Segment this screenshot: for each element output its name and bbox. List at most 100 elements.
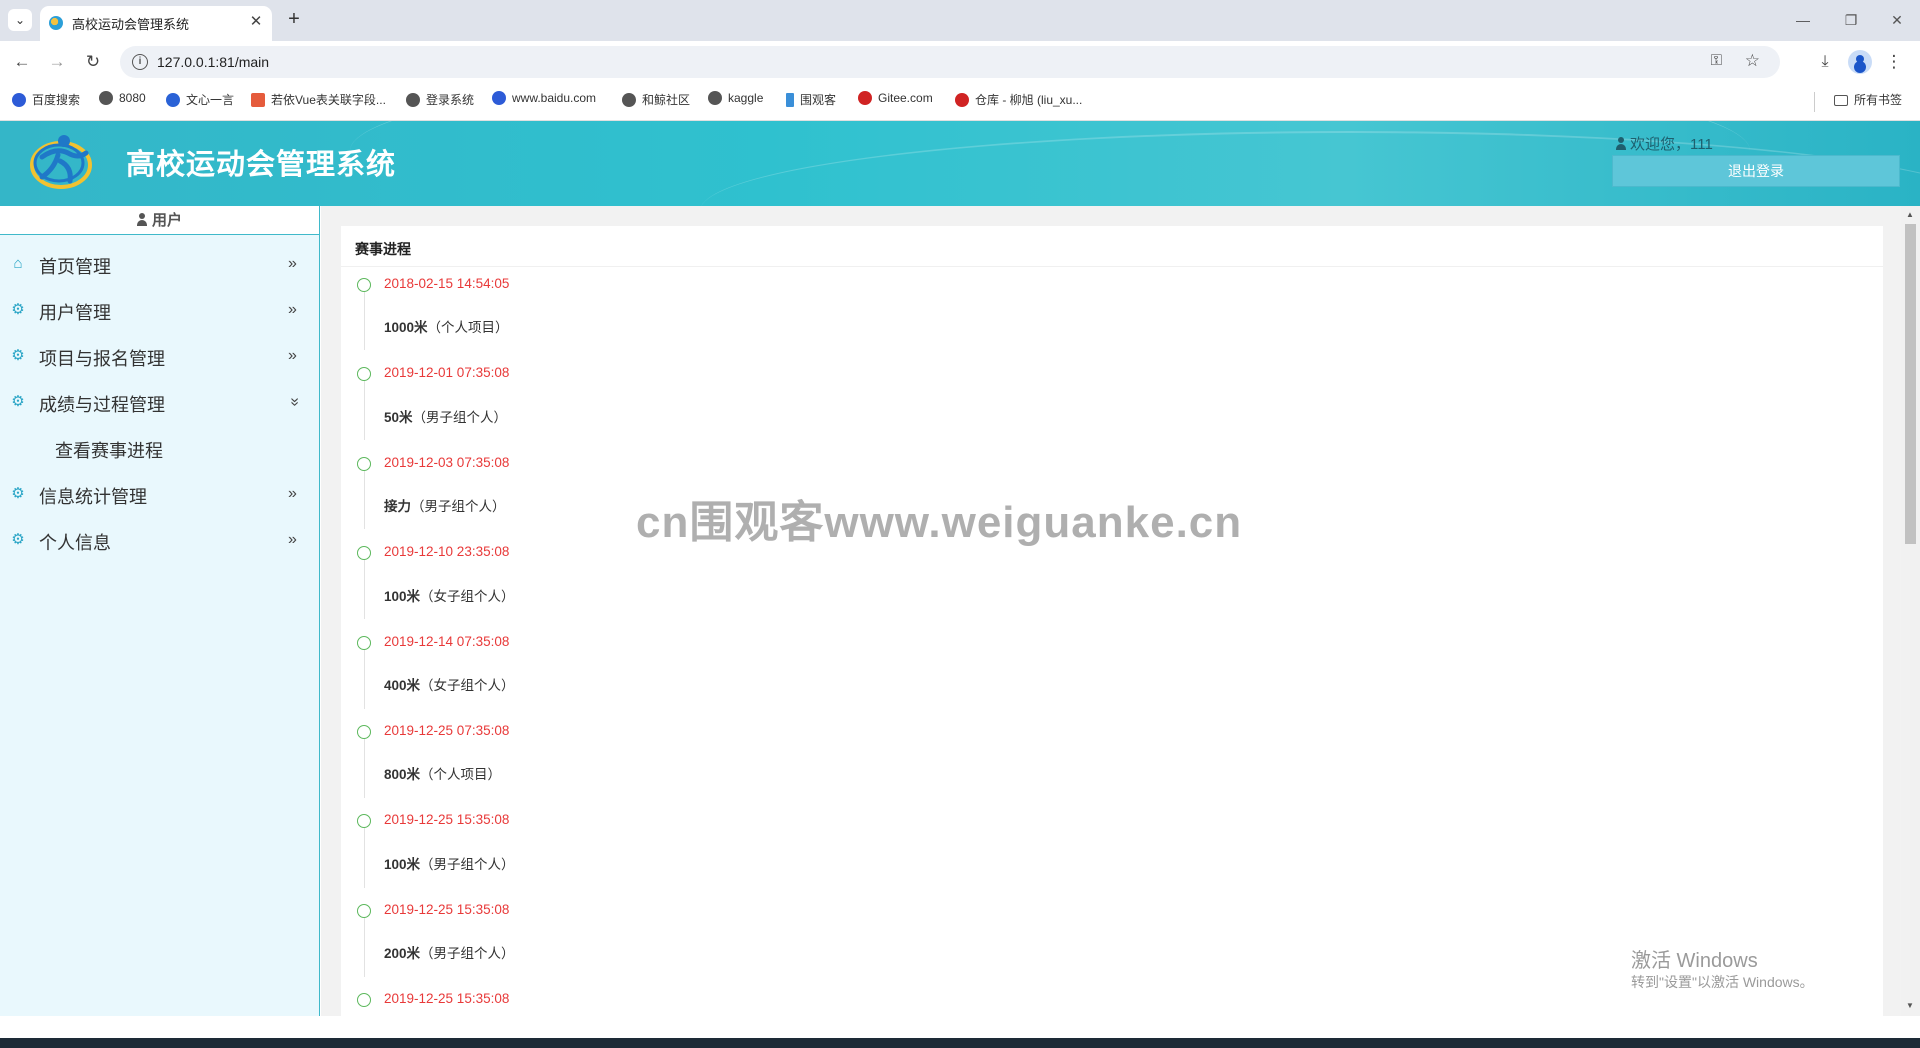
scrollbar-thumb[interactable] — [1905, 224, 1916, 544]
event-group: （男子组个人） — [411, 499, 506, 514]
tab-close-icon[interactable]: ✕ — [246, 12, 266, 32]
timeline-time: 2019-12-14 07:35:08 — [384, 634, 510, 649]
sidebar-item-profile[interactable]: ⚙ 个人信息 » — [0, 519, 319, 563]
globe-icon — [99, 91, 113, 105]
timeline-dot — [357, 367, 371, 381]
home-icon: ⌂ — [13, 255, 23, 272]
event-name: 100米 — [384, 589, 421, 604]
minimize-icon[interactable]: — — [1788, 8, 1818, 32]
sidebar-item-label: 用户管理 — [39, 303, 111, 323]
timeline-time: 2019-12-25 07:35:08 — [384, 723, 510, 738]
timeline-connector — [364, 738, 365, 798]
bookmark-star-icon[interactable]: ☆ — [1745, 51, 1760, 71]
all-bookmarks-button[interactable]: 所有书签 — [1834, 91, 1902, 108]
url-omnibox[interactable]: i 127.0.0.1:81/main ⚿ ☆ — [120, 46, 1780, 78]
gear-icon: ⚙ — [11, 301, 25, 318]
restore-icon[interactable]: ❐ — [1836, 8, 1866, 32]
timeline-event: 50米（男子组个人） — [384, 406, 507, 426]
timeline-event: 接力（男子组个人） — [384, 495, 506, 515]
event-group: （个人项目） — [420, 767, 502, 782]
sidebar-item-label: 成绩与过程管理 — [39, 395, 165, 415]
bookmark-label: 百度搜索 — [32, 93, 81, 107]
sidebar-item-home[interactable]: ⌂ 首页管理 » — [0, 243, 319, 287]
bookmark-item[interactable]: Gitee.com — [858, 91, 933, 111]
gear-icon: ⚙ — [11, 485, 25, 502]
password-key-icon[interactable]: ⚿ — [1711, 52, 1722, 69]
bookmark-item[interactable]: 若依Vue表关联字段... — [251, 91, 386, 111]
event-group: （个人项目） — [427, 320, 509, 335]
sidebar-item-scores[interactable]: ⚙ 成绩与过程管理 » — [0, 381, 319, 425]
timeline-dot — [357, 278, 371, 292]
bookmark-item[interactable]: 仓库 - 柳旭 (liu_xu... — [955, 91, 1082, 111]
back-arrow-icon[interactable]: ← — [9, 49, 35, 75]
scroll-down-arrow-icon[interactable]: ▼ — [1906, 1001, 1914, 1010]
timeline-time: 2019-12-25 15:35:08 — [384, 991, 510, 1006]
paw-icon — [492, 91, 506, 105]
url-text[interactable]: 127.0.0.1:81/main — [157, 54, 269, 70]
reload-icon[interactable]: ↻ — [80, 49, 106, 75]
more-menu-icon[interactable]: ⋮ — [1884, 49, 1904, 75]
bookmark-item[interactable]: 文心一言 — [166, 91, 234, 111]
timeline-dot — [357, 993, 371, 1007]
event-name: 1000米 — [384, 320, 428, 335]
timeline-event: 400米（女子组个人） — [384, 674, 515, 694]
timeline-dot — [357, 814, 371, 828]
browser-tab[interactable]: 高校运动会管理系统 ✕ — [40, 6, 272, 41]
timeline-event: 100米（男子组个人） — [384, 853, 515, 873]
gitee-icon — [955, 93, 969, 107]
bookmark-item[interactable]: 百度搜索 — [12, 91, 80, 111]
bookmark-label: 登录系统 — [426, 93, 475, 107]
bookmark-item[interactable]: www.baidu.com — [492, 91, 596, 111]
download-icon[interactable]: ⤓ — [1812, 49, 1838, 75]
logout-button[interactable]: 退出登录 — [1612, 155, 1900, 187]
site-info-icon[interactable]: i — [132, 54, 148, 70]
tab-favicon-icon — [49, 16, 63, 30]
paw-icon — [12, 93, 26, 107]
bookmark-item[interactable]: 登录系统 — [406, 91, 474, 111]
bookmark-item[interactable]: kaggle — [708, 91, 763, 111]
jian-icon — [251, 93, 265, 107]
bookmark-item[interactable]: 8080 — [99, 91, 146, 111]
tab-title: 高校运动会管理系统 — [72, 17, 190, 32]
new-tab-button[interactable]: + — [282, 8, 306, 32]
address-bar: ← → ↻ i 127.0.0.1:81/main ⚿ ☆ ⤓ ⋮ — [0, 41, 1920, 83]
bookmarks-bar: 百度搜索 8080 文心一言 若依Vue表关联字段... 登录系统 www.ba… — [0, 83, 1920, 121]
scroll-up-arrow-icon[interactable]: ▲ — [1906, 210, 1914, 219]
event-name: 200米 — [384, 946, 421, 961]
sidebar-subitem-label: 查看赛事进程 — [55, 441, 163, 461]
timeline-event: 1000米（个人项目） — [384, 316, 509, 336]
browser-tab-bar: ⌄ 高校运动会管理系统 ✕ + — ❐ ✕ — [0, 0, 1920, 41]
forward-arrow-icon[interactable]: → — [44, 49, 70, 75]
timeline-connector — [364, 649, 365, 709]
sidebar-item-projects[interactable]: ⚙ 项目与报名管理 » — [0, 335, 319, 379]
event-name: 50米 — [384, 410, 413, 425]
sidebar-item-label: 首页管理 — [39, 257, 111, 277]
sports-logo-icon — [30, 135, 92, 189]
timeline-connector — [364, 290, 365, 350]
timeline-connector — [364, 469, 365, 529]
bookmark-item[interactable]: 围观客 — [786, 91, 836, 111]
timeline-time: 2018-02-15 14:54:05 — [384, 276, 510, 291]
page-scrollbar[interactable]: ▲ ▼ — [1901, 206, 1920, 1016]
event-group: （男子组个人） — [420, 857, 515, 872]
chevron-double-right-icon: » — [288, 485, 297, 502]
sidebar: 用户 ⌂ 首页管理 » ⚙ 用户管理 » ⚙ 项目与报名管理 » ⚙ 成绩与过程… — [0, 206, 320, 1016]
profile-avatar-icon[interactable] — [1848, 50, 1872, 74]
event-group: （女子组个人） — [420, 678, 515, 693]
window-close-icon[interactable]: ✕ — [1882, 8, 1912, 32]
app-title: 高校运动会管理系统 — [126, 149, 397, 181]
chevron-double-down-icon: » — [286, 397, 304, 407]
bookmark-item[interactable]: 和鲸社区 — [622, 91, 690, 111]
bookmark-label: 仓库 - 柳旭 (liu_xu... — [975, 93, 1083, 107]
event-name: 400米 — [384, 678, 421, 693]
sidebar-item-users[interactable]: ⚙ 用户管理 » — [0, 289, 319, 333]
timeline-event: 200米（男子组个人） — [384, 942, 515, 962]
gear-icon: ⚙ — [11, 531, 25, 548]
cube-icon — [166, 93, 180, 107]
sidebar-item-statistics[interactable]: ⚙ 信息统计管理 » — [0, 473, 319, 517]
sidebar-subitem-progress[interactable]: 查看赛事进程 — [0, 427, 319, 471]
timeline-time: 2019-12-10 23:35:08 — [384, 544, 510, 559]
tab-search-button[interactable]: ⌄ — [8, 9, 32, 31]
sidebar-item-label: 信息统计管理 — [39, 487, 147, 507]
all-bookmarks-label: 所有书签 — [1854, 93, 1903, 107]
